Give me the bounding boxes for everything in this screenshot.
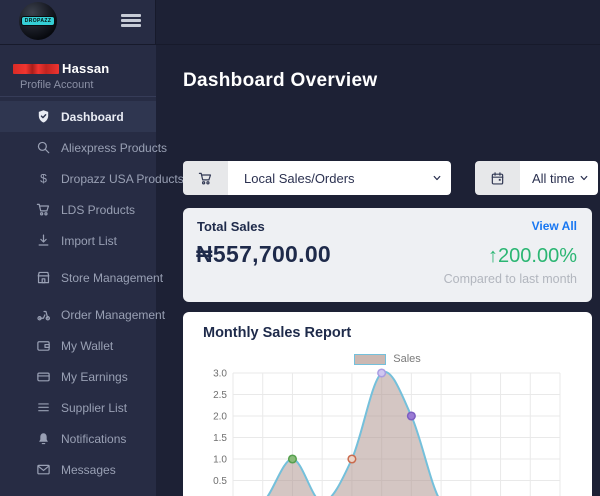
scooter-icon — [36, 307, 51, 322]
sidebar-item-label: LDS Products — [61, 202, 136, 217]
sidebar-item-store-management[interactable]: Store Management — [0, 262, 163, 293]
data-point — [347, 454, 357, 464]
dropazz-logo-text: DROPAZZ — [20, 16, 56, 26]
svg-text:2.0: 2.0 — [213, 412, 227, 423]
view-all-link[interactable]: View All — [532, 219, 577, 233]
sidebar-item-partial[interactable] — [0, 485, 156, 496]
sidebar-item-label: Dashboard — [61, 109, 124, 124]
data-point — [287, 454, 298, 464]
envelope-icon — [36, 462, 51, 477]
sidebar-item-label: Messages — [61, 462, 116, 477]
page-title: Dashboard Overview — [183, 70, 378, 91]
total-sales-compare-text: Compared to last month — [443, 272, 577, 286]
dollar-icon: $ — [36, 171, 51, 186]
sidebar-item-lds-products[interactable]: LDS Products — [0, 194, 156, 225]
time-filter-group: All time — [475, 161, 598, 195]
sidebar-item-my-wallet[interactable]: My Wallet — [0, 330, 156, 361]
svg-text:0.5: 0.5 — [213, 476, 227, 487]
sidebar-item-my-earnings[interactable]: My Earnings — [0, 361, 156, 392]
time-filter-select[interactable]: All time — [520, 161, 598, 195]
wallet-icon — [36, 338, 51, 353]
profile-name: Hassan — [13, 61, 109, 76]
bell-icon — [36, 431, 51, 446]
svg-text:3.0: 3.0 — [213, 369, 227, 380]
sidebar-item-label: Aliexpress Products — [61, 140, 168, 155]
sales-filter-group: Local Sales/Orders — [183, 161, 451, 195]
profile-account-block[interactable]: Hassan Profile Account — [0, 45, 156, 97]
download-icon — [36, 233, 51, 248]
chart-y-axis-labels: 0.5 1.0 1.5 2.0 2.5 3.0 — [213, 369, 227, 488]
list-icon — [36, 400, 51, 415]
chart-title: Monthly Sales Report — [203, 325, 352, 341]
sidebar-item-messages[interactable]: Messages — [0, 454, 156, 485]
total-sales-card: Total Sales View All ₦557,700.00 ↑200.00… — [183, 208, 592, 302]
shield-check-icon — [36, 109, 51, 124]
card-icon — [36, 369, 51, 384]
store-icon — [36, 270, 51, 285]
monthly-sales-card: Monthly Sales Report Sales 0.5 1.0 1.5 2.0 2… — [183, 312, 592, 496]
sidebar-item-supplier-list[interactable]: Supplier List — [0, 392, 156, 423]
sales-area-fill — [267, 371, 438, 496]
sidebar-item-dropazz-usa-products[interactable]: $ Dropazz USA Products — [0, 163, 184, 194]
data-point — [406, 411, 416, 421]
calendar-icon — [475, 161, 520, 195]
total-sales-change: ↑200.00% — [488, 245, 577, 267]
sidebar-item-import-list[interactable]: Import List — [0, 225, 156, 256]
data-point — [377, 368, 387, 378]
total-sales-amount: ₦557,700.00 — [196, 241, 332, 267]
cart-icon — [36, 202, 51, 217]
sidebar-item-label: My Wallet — [61, 338, 114, 353]
redacted-name-bar — [13, 63, 59, 74]
svg-text:2.5: 2.5 — [213, 390, 227, 401]
time-filter-wrap: All time — [520, 161, 598, 195]
sales-filter-select[interactable]: Local Sales/Orders — [228, 161, 451, 195]
total-sales-label: Total Sales — [197, 219, 265, 234]
sidebar-item-label: Supplier List — [61, 400, 128, 415]
sidebar-item-label: Import List — [61, 233, 118, 248]
sidebar-item-label: Dropazz USA Products — [61, 171, 184, 186]
svg-text:$: $ — [40, 172, 47, 186]
topbar-brand-block: DROPAZZ — [0, 0, 156, 45]
svg-text:1.5: 1.5 — [213, 433, 227, 444]
sales-filter-wrap: Local Sales/Orders — [228, 161, 451, 195]
search-icon — [36, 140, 51, 155]
profile-subtitle: Profile Account — [20, 79, 94, 91]
sidebar-item-label: Notifications — [61, 431, 127, 446]
sidebar: Hassan Profile Account Dashboard Aliexpre… — [0, 45, 184, 496]
sidebar-item-order-management[interactable]: Order Management — [0, 299, 165, 330]
dropazz-logo[interactable]: DROPAZZ — [19, 2, 57, 40]
sidebar-item-label: My Earnings — [61, 369, 128, 384]
sidebar-item-label: Order Management — [61, 307, 166, 322]
cart-icon — [183, 161, 228, 195]
sidebar-menu: Dashboard Aliexpress Products $ Dropazz USA… — [0, 101, 184, 496]
svg-text:1.0: 1.0 — [213, 455, 227, 466]
monthly-sales-chart: 0.5 1.0 1.5 2.0 2.5 3.0 — [213, 368, 561, 496]
sidebar-item-notifications[interactable]: Notifications — [0, 423, 156, 454]
dashboard-app: DROPAZZ Hassan Profile Account Dashboard… — [0, 0, 600, 496]
profile-name-text: Hassan — [62, 61, 110, 76]
main-topbar — [156, 0, 600, 45]
hamburger-menu-icon[interactable] — [121, 14, 141, 28]
sidebar-item-aliexpress-products[interactable]: Aliexpress Products — [0, 132, 167, 163]
sidebar-item-label: Store Management — [61, 270, 164, 285]
sidebar-item-dashboard[interactable]: Dashboard — [0, 101, 156, 132]
